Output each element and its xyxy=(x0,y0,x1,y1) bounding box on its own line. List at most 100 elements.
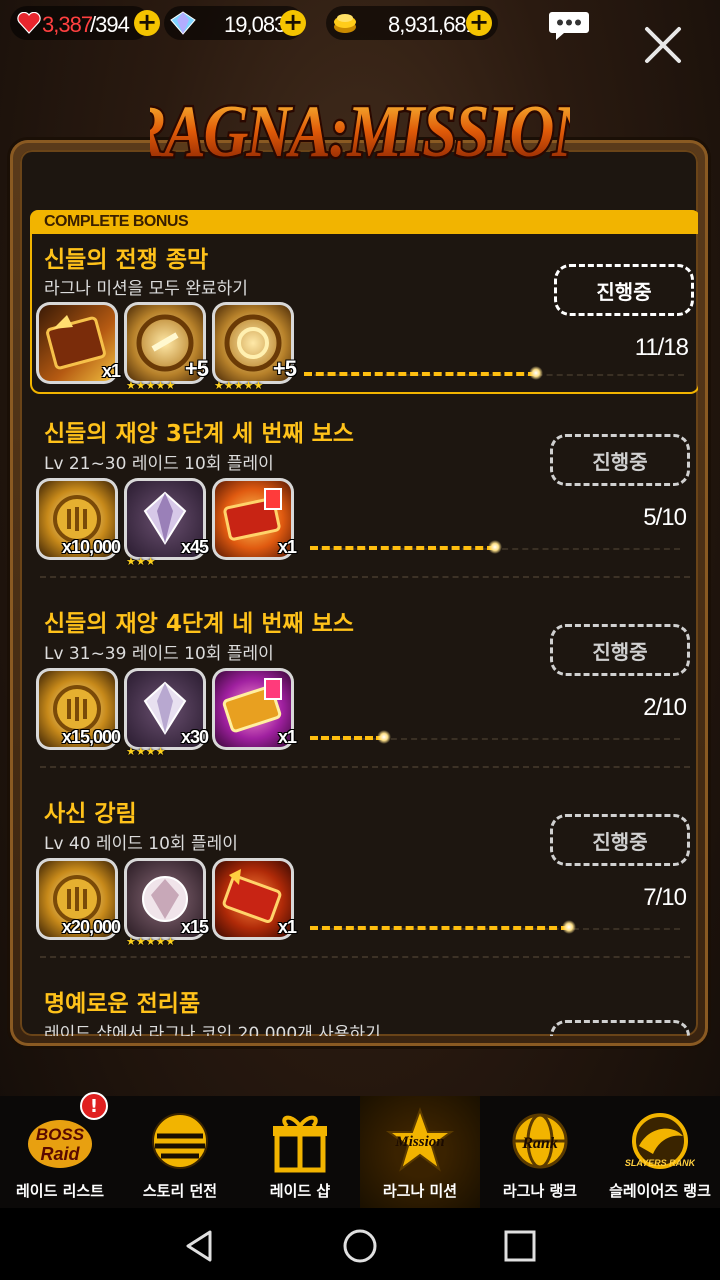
reward-list: x15,000 x30 ★★★★ x1 xyxy=(36,668,316,758)
nav-label: 슬레이어즈 랭크 xyxy=(609,1182,711,1200)
gift-icon xyxy=(265,1106,335,1176)
reward-item[interactable]: x1 xyxy=(212,668,297,750)
gems-resource: 19,083 + xyxy=(164,6,306,40)
progress-fill xyxy=(304,372,537,376)
top-resource-bar: 3,387 /394 + 19,083 + 8,931,681 + xyxy=(0,0,720,50)
mission-card: 신들의 재앙 4단계 네 번째 보스 Lv 31~39 레이드 10회 플레이 … xyxy=(30,594,698,774)
add-gems-button[interactable]: + xyxy=(280,10,306,36)
mission-panel: COMPLETE BONUS 신들의 전쟁 종막 라그나 미션을 모두 완료하기… xyxy=(10,140,708,1046)
slayers-rank-icon: SLAYERS RANK xyxy=(625,1106,697,1176)
mission-status-button[interactable]: 진행중 xyxy=(550,434,690,486)
svg-text:RAGNA:MISSION: RAGNA:MISSION xyxy=(150,90,570,173)
system-navigation-bar xyxy=(0,1208,720,1280)
reward-stars: ★★★ xyxy=(126,555,156,568)
mission-list[interactable]: COMPLETE BONUS 신들의 전쟁 종막 라그나 미션을 모두 완료하기… xyxy=(20,150,698,1036)
progress-fill xyxy=(310,546,495,550)
reward-item[interactable]: x1 xyxy=(212,858,297,940)
hearts-value: 3,387 xyxy=(42,12,93,37)
nav-label: 레이드 샵 xyxy=(269,1182,331,1200)
nav-story-dungeon[interactable]: 스토리 던전 xyxy=(120,1096,240,1208)
complete-bonus-label: COMPLETE BONUS xyxy=(44,213,189,230)
mission-star-icon: Mission xyxy=(385,1106,455,1176)
hearts-max: /394 xyxy=(90,12,130,37)
gem-icon xyxy=(168,8,198,38)
heart-icon xyxy=(14,8,44,38)
reward-item[interactable]: x1 xyxy=(212,478,297,560)
reward-item[interactable]: x30 ★★★★ xyxy=(124,668,209,758)
reward-item[interactable]: x1 xyxy=(36,302,121,384)
close-icon[interactable] xyxy=(644,26,682,64)
reward-qty: x15 xyxy=(180,917,209,937)
reward-qty: x1 xyxy=(277,917,297,937)
globe-rank-icon: Rank xyxy=(505,1106,575,1176)
reward-qty: x15,000 xyxy=(61,727,121,747)
mission-status-button[interactable]: 진행중 xyxy=(550,624,690,676)
progress-fill xyxy=(310,926,569,930)
reward-qty: x1 xyxy=(277,727,297,747)
mission-subtitle: 레이드 샵에서 라그나 코인 20,000개 사용하기 xyxy=(44,1024,381,1036)
ragna-mission-logo: RAGNA:MISSION xyxy=(122,48,604,188)
progress-sparkle xyxy=(562,920,576,934)
nav-ragna-rank[interactable]: Rank 라그나 랭크 xyxy=(480,1096,600,1208)
mission-subtitle: Lv 21~30 레이드 10회 플레이 xyxy=(44,454,274,474)
nav-raid-list[interactable]: BOSS Raid ! 레이드 리스트 xyxy=(0,1092,120,1208)
svg-text:SLAYERS RANK: SLAYERS RANK xyxy=(625,1158,695,1168)
mission-card: 명예로운 전리품 레이드 샵에서 라그나 코인 20,000개 사용하기 진행중 xyxy=(30,974,698,1036)
mission-divider xyxy=(40,766,690,768)
add-hearts-button[interactable]: + xyxy=(134,10,160,36)
reward-item[interactable]: +5 ★★★★★ xyxy=(124,302,209,392)
reward-item[interactable]: x20,000 xyxy=(36,858,121,940)
mission-status-button[interactable]: 진행중 xyxy=(550,814,690,866)
reward-stars: ★★★★ xyxy=(126,745,166,758)
mission-title: 사신 강림 xyxy=(44,801,137,827)
mission-subtitle: 라그나 미션을 모두 완료하기 xyxy=(44,279,248,299)
reward-item[interactable]: x45 ★★★ xyxy=(124,478,209,568)
reward-qty: x20,000 xyxy=(61,917,121,937)
mission-card-bonus: 신들의 전쟁 종막 라그나 미션을 모두 완료하기 x1 +5 ★★★★★ +5… xyxy=(30,234,698,394)
mission-title: 명예로운 전리품 xyxy=(44,991,201,1017)
reward-qty: +5 xyxy=(272,356,297,381)
progress-fill xyxy=(310,736,384,740)
reward-qty: +5 xyxy=(184,356,209,381)
reward-item[interactable]: +5 ★★★★★ xyxy=(212,302,297,392)
svg-text:Raid: Raid xyxy=(40,1144,80,1164)
back-icon[interactable] xyxy=(180,1226,220,1266)
reward-item[interactable]: x15 ★★★★★ xyxy=(124,858,209,948)
mission-divider xyxy=(40,576,690,578)
nav-label: 라그나 미션 xyxy=(382,1182,458,1200)
chat-icon[interactable] xyxy=(548,10,590,42)
mission-subtitle: Lv 40 레이드 10회 플레이 xyxy=(44,834,238,854)
nav-label: 레이드 리스트 xyxy=(15,1182,105,1200)
reward-list: x20,000 x15 ★★★★★ x1 xyxy=(36,858,316,948)
alert-badge: ! xyxy=(80,1092,108,1120)
home-icon[interactable] xyxy=(340,1226,380,1266)
mission-subtitle: Lv 31~39 레이드 10회 플레이 xyxy=(44,644,274,664)
progress-sparkle xyxy=(377,730,391,744)
mission-divider xyxy=(40,956,690,958)
nav-label: 스토리 던전 xyxy=(142,1182,218,1200)
mission-card: 신들의 재앙 3단계 세 번째 보스 Lv 21~30 레이드 10회 플레이 … xyxy=(30,404,698,584)
mission-status-button[interactable]: 진행중 xyxy=(554,264,694,316)
reward-stars: ★★★★★ xyxy=(214,379,264,392)
add-gold-button[interactable]: + xyxy=(466,10,492,36)
gold-resource: 8,931,681 + xyxy=(326,6,498,40)
mission-progress-text: 11/18 xyxy=(634,334,689,361)
gems-value: 19,083 xyxy=(224,12,286,37)
nav-raid-shop[interactable]: 레이드 샵 xyxy=(240,1096,360,1208)
mission-status-button[interactable]: 진행중 xyxy=(550,1020,690,1036)
reward-qty: x1 xyxy=(277,537,297,557)
reward-stars: ★★★★★ xyxy=(126,935,176,948)
recent-apps-icon[interactable] xyxy=(500,1226,540,1266)
mission-title: 신들의 재앙 4단계 네 번째 보스 xyxy=(44,611,354,637)
reward-stars: ★★★★★ xyxy=(126,379,176,392)
mission-title: 신들의 전쟁 종막 xyxy=(44,247,209,273)
reward-item[interactable]: x10,000 xyxy=(36,478,121,560)
nav-ragna-mission[interactable]: Mission 라그나 미션 xyxy=(360,1096,480,1208)
svg-text:Mission: Mission xyxy=(394,1134,444,1150)
gold-coin-icon xyxy=(330,8,360,38)
mission-progress-text: 2/10 xyxy=(643,694,687,721)
nav-slayers-rank[interactable]: SLAYERS RANK 슬레이어즈 랭크 xyxy=(600,1096,720,1208)
mission-title: 신들의 재앙 3단계 세 번째 보스 xyxy=(44,421,354,447)
bottom-navigation: BOSS Raid ! 레이드 리스트 스토리 던전 레이드 샵 Mission … xyxy=(0,1092,720,1208)
reward-item[interactable]: x15,000 xyxy=(36,668,121,750)
